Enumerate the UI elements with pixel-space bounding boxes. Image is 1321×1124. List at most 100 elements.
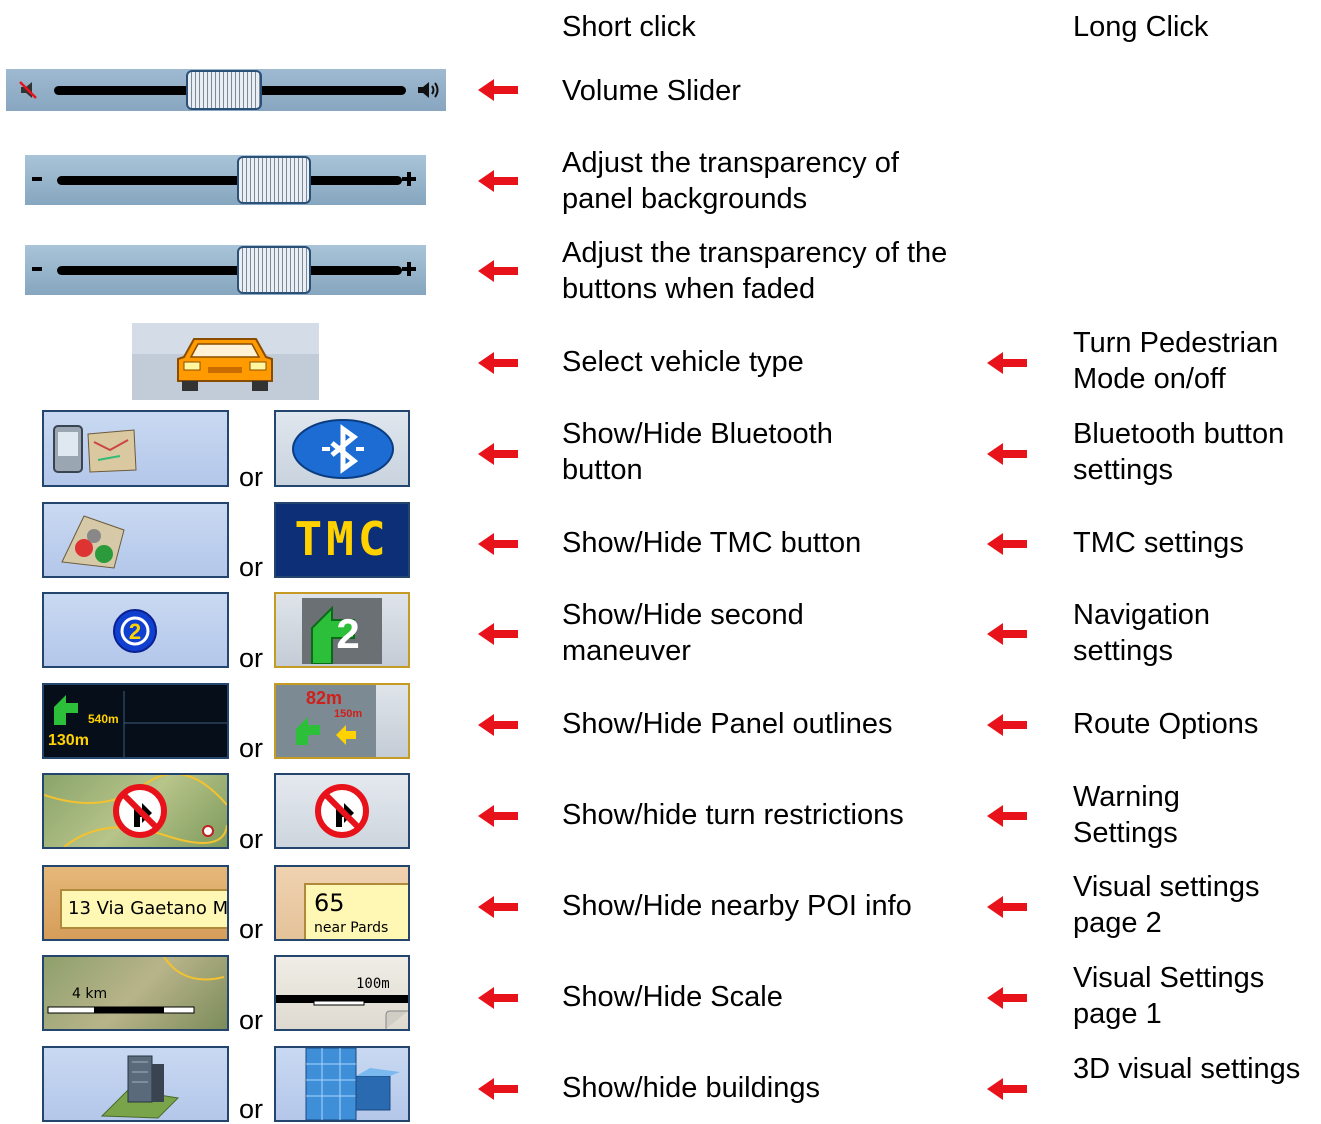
scale-button[interactable]: 100m: [274, 955, 410, 1031]
no-right-turn-icon: [314, 783, 370, 839]
minus-icon[interactable]: [32, 177, 42, 181]
arrow-short-10: [478, 987, 518, 1009]
buildings-hidden-button[interactable]: [42, 1046, 229, 1122]
short-action-text: Show/hide turn restrictions: [562, 799, 904, 831]
buildings-button[interactable]: [274, 1046, 410, 1122]
poi-near-text: near Pards: [314, 920, 389, 936]
turn-restrictions-hidden-button[interactable]: [42, 773, 229, 849]
or-label: or: [239, 552, 264, 582]
bluetooth-hidden-button[interactable]: [42, 410, 229, 487]
short-action-text: Show/Hide second maneuver: [562, 599, 804, 667]
long-action-text: Route Options: [1073, 708, 1259, 740]
tmc-button[interactable]: TMC: [274, 502, 410, 578]
long-action-text: Visual settings page 2: [1073, 871, 1260, 939]
building-map-icon: [98, 1050, 182, 1120]
arrow-long-7: [987, 714, 1027, 736]
scale-bar: [276, 995, 408, 1029]
or-label: or: [239, 462, 264, 492]
long-action-text: Navigation settings: [1073, 599, 1211, 667]
arrow-short-2: [478, 260, 518, 282]
or-label: or: [239, 1094, 264, 1124]
arrow-long-6: [987, 623, 1027, 645]
or-label: or: [239, 824, 264, 854]
short-action-text: Volume Slider: [562, 75, 741, 107]
poi-street-label: 13 Via Gaetano M: [60, 889, 227, 929]
bluetooth-button[interactable]: [274, 410, 410, 487]
long-action-text: Bluetooth button settings: [1073, 418, 1285, 486]
tmc-hidden-button[interactable]: [42, 502, 229, 578]
volume-slider-thumb[interactable]: [186, 70, 262, 110]
short-action-text: Adjust the transparency of the buttons w…: [562, 237, 948, 305]
arrow-short-8: [478, 805, 518, 827]
arrow-long-11: [987, 1078, 1027, 1100]
maneuver-number: 2: [129, 619, 141, 644]
buildings-3d-icon: [300, 1048, 400, 1120]
tmc-logo: TMC: [294, 512, 390, 566]
poi-info-button[interactable]: 65 near Pards: [274, 865, 410, 941]
plus-icon[interactable]: [402, 172, 416, 186]
long-action-text: 3D visual settings: [1073, 1053, 1301, 1085]
arrow-long-5: [987, 533, 1027, 555]
minus-icon[interactable]: [32, 267, 42, 271]
or-label: or: [239, 643, 264, 673]
panel-distance-main: 82m: [306, 688, 343, 708]
arrow-short-4: [478, 443, 518, 465]
scale-hidden-button[interactable]: 4 km: [42, 955, 229, 1031]
arrow-long-4: [987, 443, 1027, 465]
arrow-short-1: [478, 170, 518, 192]
mute-icon[interactable]: [18, 79, 40, 101]
roundabout-icon: 2: [112, 608, 158, 654]
turn-restrictions-button[interactable]: [274, 773, 410, 849]
car-icon: [172, 331, 278, 393]
short-action-text: Show/Hide Bluetooth button: [562, 418, 833, 486]
arrow-short-11: [478, 1078, 518, 1100]
panel-outlines-button[interactable]: 82m 150m: [274, 683, 410, 759]
short-action-text: Show/Hide TMC button: [562, 527, 862, 559]
speaker-icon[interactable]: [416, 79, 440, 101]
short-action-text: Show/Hide Scale: [562, 981, 783, 1013]
arrow-short-0: [478, 79, 518, 101]
or-label: or: [239, 733, 264, 763]
button-transparency-thumb[interactable]: [237, 246, 311, 294]
no-right-turn-icon: [112, 783, 168, 839]
volume-slider[interactable]: [6, 69, 446, 111]
second-turn-arrow-icon: 2: [302, 598, 382, 664]
short-action-text: Show/hide buildings: [562, 1072, 820, 1104]
arrow-short-5: [478, 533, 518, 555]
arrow-short-9: [478, 896, 518, 918]
panel-distance-large: 130m: [48, 732, 89, 749]
or-label: or: [239, 1005, 264, 1035]
plus-icon[interactable]: [402, 262, 416, 276]
phone-map-icon: [50, 420, 140, 478]
long-action-text: Visual Settings page 1: [1073, 962, 1265, 1030]
button-transparency-slider[interactable]: [25, 245, 426, 295]
second-maneuver-hidden-button[interactable]: 2: [42, 592, 229, 668]
short-click-header: Short click: [562, 11, 696, 43]
panel-transparency-thumb[interactable]: [237, 156, 311, 204]
arrow-short-7: [478, 714, 518, 736]
scale-m-label: 100m: [356, 976, 390, 992]
short-action-text: Adjust the transparency of panel backgro…: [562, 147, 899, 215]
arrow-long-9: [987, 896, 1027, 918]
long-action-text: Turn Pedestrian Mode on/off: [1073, 327, 1279, 395]
long-click-header: Long Click: [1073, 11, 1209, 43]
panel-outlines-hidden-button[interactable]: 540m 130m: [42, 683, 229, 759]
traffic-map-icon: [54, 510, 134, 572]
arrow-long-3: [987, 352, 1027, 374]
poi-info-hidden-button[interactable]: 13 Via Gaetano M: [42, 865, 229, 941]
panel-transparency-slider[interactable]: [25, 155, 426, 205]
arrow-short-3: [478, 352, 518, 374]
or-label: or: [239, 914, 264, 944]
panel-distance-small: 540m: [88, 712, 119, 726]
scale-km-label: 4 km: [72, 986, 108, 1002]
poi-speed-value: 65: [314, 889, 345, 917]
second-maneuver-number: 2: [336, 610, 359, 657]
long-action-text: Warning Settings: [1073, 781, 1180, 849]
short-action-text: Show/Hide nearby POI info: [562, 890, 912, 922]
arrow-short-6: [478, 623, 518, 645]
second-maneuver-button[interactable]: 2: [274, 592, 410, 668]
arrow-long-8: [987, 805, 1027, 827]
panel-distance-next: 150m: [334, 708, 363, 720]
long-action-text: TMC settings: [1073, 527, 1244, 559]
vehicle-type-button[interactable]: [132, 323, 319, 400]
